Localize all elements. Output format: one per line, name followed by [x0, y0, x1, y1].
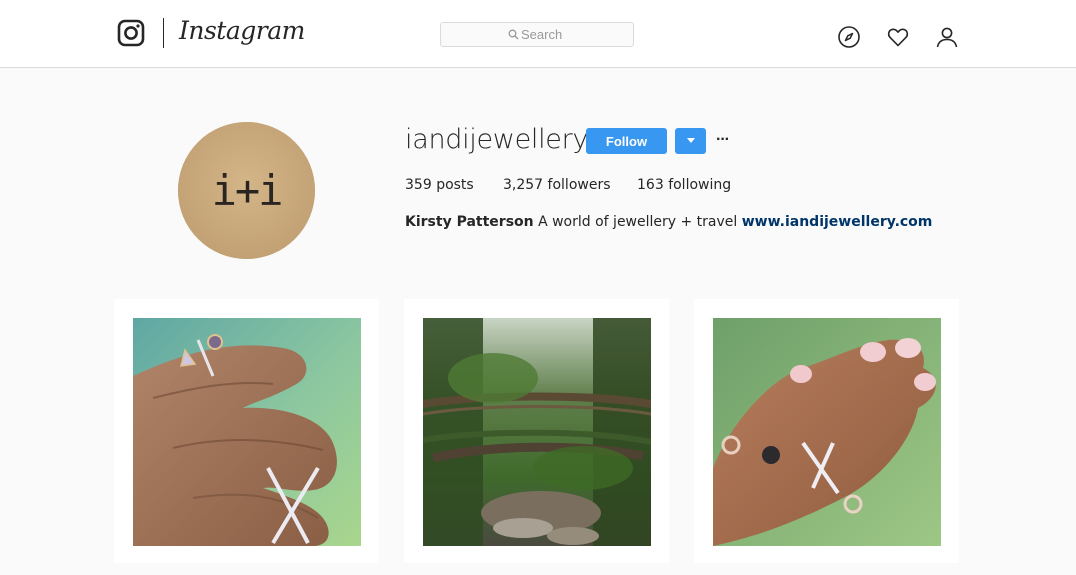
post-tile[interactable]	[694, 299, 959, 563]
instagram-wordmark[interactable]: Instagram	[179, 16, 305, 45]
suggestions-dropdown-button[interactable]	[675, 128, 706, 154]
following-stat[interactable]: 163 following	[637, 177, 731, 193]
search-icon	[508, 29, 519, 40]
profile-bio: Kirsty Patterson A world of jewellery + …	[405, 214, 932, 230]
chevron-down-icon	[687, 138, 695, 143]
search-box[interactable]	[440, 22, 634, 47]
compass-icon[interactable]	[837, 25, 861, 49]
post-photo-circle-rings-hand	[713, 318, 941, 546]
more-options-button[interactable]: ···	[716, 131, 732, 149]
avatar-monogram: i+i	[211, 166, 284, 215]
followers-count: 3,257	[503, 177, 544, 193]
bio-website-link[interactable]: www.iandijewellery.com	[742, 214, 933, 230]
logo-divider	[163, 18, 164, 48]
post-photo-rings-hand	[133, 318, 361, 546]
posts-count: 359	[405, 177, 432, 193]
profile-avatar[interactable]: i+i	[178, 122, 315, 259]
followers-label: followers	[547, 177, 611, 193]
following-count: 163	[637, 177, 664, 193]
top-nav-bar: Instagram	[0, 0, 1076, 68]
bio-text: A world of jewellery + travel	[538, 214, 738, 230]
heart-icon[interactable]	[886, 25, 910, 49]
bio-full-name: Kirsty Patterson	[405, 214, 534, 230]
follow-button[interactable]: Follow	[586, 128, 667, 154]
profile-username: iandijewellery	[405, 124, 589, 155]
posts-label: posts	[436, 177, 474, 193]
following-label: following	[668, 177, 732, 193]
post-photo-root-bridge-forest	[423, 318, 651, 546]
post-tile[interactable]	[404, 299, 669, 563]
followers-stat[interactable]: 3,257 followers	[503, 177, 611, 193]
posts-stat: 359 posts	[405, 177, 474, 193]
instagram-glyph-icon[interactable]	[117, 19, 145, 47]
search-input[interactable]	[521, 26, 621, 43]
post-tile[interactable]	[114, 299, 379, 563]
person-icon[interactable]	[935, 25, 959, 49]
